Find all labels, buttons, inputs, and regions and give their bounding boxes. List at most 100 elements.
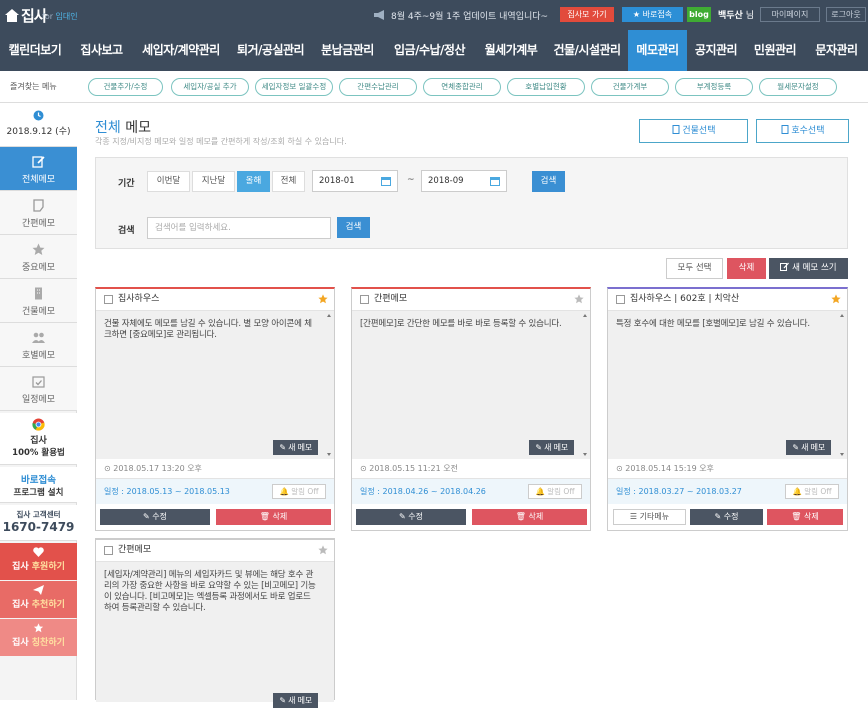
alarm-toggle[interactable]: 🔔 알림 Off	[528, 484, 582, 499]
nav-payment[interactable]: 입금/수납/정산	[383, 30, 476, 71]
memo-delete-button[interactable]: 🗑 삭제	[767, 509, 843, 525]
memo-body[interactable]: 건물 자체에도 메모를 남길 수 있습니다. 별 모양 아이콘에 체크하면 [중…	[96, 311, 334, 459]
date-from-field[interactable]: 2018-01	[312, 170, 398, 192]
sidebar-item-unit-memo[interactable]: 호별메모	[0, 323, 77, 367]
edit-icon: ✎	[279, 443, 286, 452]
memo-edit-button[interactable]: ✎ 수정	[356, 509, 466, 525]
star-icon[interactable]	[831, 294, 841, 304]
blog-button[interactable]: blog	[687, 7, 711, 22]
scrollbar[interactable]	[582, 313, 588, 457]
quick-simple-receipt[interactable]: 간편수납관리	[339, 78, 417, 96]
memo-new-button[interactable]: ✎ 새 메모	[786, 440, 831, 455]
memo-card: 간편메모 [간편메모]로 간단한 메모를 바로 바로 등록할 수 있습니다. ✎…	[351, 287, 591, 531]
mypage-button[interactable]: 마이페이지	[760, 7, 820, 22]
sidebar-item-important-memo[interactable]: 중요메모	[0, 235, 77, 279]
nav-sms[interactable]: 문자관리	[805, 30, 868, 71]
memo-checkbox[interactable]	[360, 295, 369, 304]
memo-card-header: 집사하우스	[96, 289, 334, 311]
keyword-search-input[interactable]: 검색어를 입력하세요.	[147, 217, 331, 239]
sidebar-item-simple-memo[interactable]: 간편메모	[0, 191, 77, 235]
new-memo-button[interactable]: 새 메모 쓰기	[769, 258, 848, 279]
quick-rent-sms[interactable]: 월세문자설정	[759, 78, 837, 96]
note-icon	[33, 199, 44, 212]
date-to-field[interactable]: 2018-09	[421, 170, 507, 192]
memo-timestamp: ⊙ 2018.05.14 15:19 오후	[608, 459, 847, 479]
memo-checkbox[interactable]	[104, 546, 113, 555]
alarm-toggle[interactable]: 🔔 알림 Off	[272, 484, 326, 499]
memo-body[interactable]: [간편메모]로 간단한 메모를 바로 바로 등록할 수 있습니다. ✎ 새 메모	[352, 311, 590, 459]
select-all-button[interactable]: 모두 선택	[666, 258, 723, 279]
sidebar-recommend-button[interactable]: 집사 추천하기	[0, 581, 77, 618]
remote-subtitle: 프로그램 설치	[13, 488, 64, 498]
sidebar-item-schedule-memo[interactable]: 일정메모	[0, 367, 77, 411]
memo-new-button[interactable]: ✎ 새 메모	[529, 440, 574, 455]
alarm-toggle[interactable]: 🔔 알림 Off	[785, 484, 839, 499]
nav-tenant[interactable]: 세입자/계약관리	[133, 30, 229, 71]
scrollbar[interactable]	[326, 313, 332, 457]
memo-other-menu-button[interactable]: ☰ 기타메뉴	[613, 509, 686, 525]
sidebar-item-building-memo[interactable]: 건물메모	[0, 279, 77, 323]
nav-ledger[interactable]: 월세가계부	[476, 30, 546, 71]
quick-unit-payment[interactable]: 호별납입현황	[507, 78, 585, 96]
memo-body[interactable]: [세입자/계약관리] 메뉴의 세입자카드 및 뷰에는 해당 호수 관리의 가장 …	[96, 562, 334, 708]
nav-complaint[interactable]: 민원관리	[745, 30, 805, 71]
period-this-year[interactable]: 올해	[237, 171, 270, 192]
quick-tenant-add[interactable]: 세입자/공실 추가	[171, 78, 249, 96]
scrollbar[interactable]	[839, 313, 845, 457]
star-icon[interactable]	[318, 545, 328, 555]
quick-tenant-bulk-edit[interactable]: 세입자정보 일괄수정	[255, 78, 333, 96]
quick-overdue[interactable]: 연체종합관리	[423, 78, 501, 96]
nav-installment[interactable]: 분납금관리	[312, 30, 383, 71]
sidebar-praise-button[interactable]: 집사 칭찬하기	[0, 619, 77, 656]
star-icon[interactable]	[318, 294, 328, 304]
nav-building[interactable]: 건물/시설관리	[546, 30, 628, 71]
nav-notice[interactable]: 공지관리	[687, 30, 745, 71]
sidebar-guide-banner[interactable]: 집사 100% 활용법	[0, 413, 77, 465]
logout-button[interactable]: 로그아웃	[826, 7, 866, 22]
star-icon[interactable]	[574, 294, 584, 304]
memo-body[interactable]: 특정 호수에 대한 메모를 [호별메모]로 남길 수 있습니다. ✎ 새 메모	[608, 311, 847, 459]
memo-new-button[interactable]: ✎ 새 메모	[273, 440, 318, 455]
quick-subaccount[interactable]: 부계정등록	[675, 78, 753, 96]
nav-calendar[interactable]: 캘린더보기	[0, 30, 70, 71]
nav-report[interactable]: 집사보고	[70, 30, 133, 71]
chrome-icon	[32, 418, 45, 431]
unit-select-button[interactable]: 호수선택	[756, 119, 849, 143]
memo-edit-button[interactable]: ✎ 수정	[690, 509, 763, 525]
guide-button[interactable]: 집사모 가기	[560, 7, 614, 22]
sidebar-support-button[interactable]: 집사 후원하기	[0, 543, 77, 580]
building-icon	[781, 125, 788, 134]
calendar-check-icon	[32, 376, 45, 388]
delete-selected-button[interactable]: 삭제	[727, 258, 766, 279]
period-all[interactable]: 전체	[272, 171, 305, 192]
building-select-button[interactable]: 건물선택	[639, 119, 748, 143]
star-icon	[33, 623, 44, 633]
period-search-button[interactable]: 검색	[532, 171, 565, 192]
nav-memo[interactable]: 메모관리	[628, 30, 687, 71]
sidebar-item-all-memo[interactable]: 전체메모	[0, 147, 77, 191]
bell-icon: 🔔	[279, 487, 289, 496]
remote-title: 바로접속	[21, 475, 56, 486]
period-last-month[interactable]: 지난달	[192, 171, 235, 192]
memo-title: 간편메모	[118, 545, 152, 555]
guide-title: 집사	[30, 436, 47, 446]
memo-edit-button[interactable]: ✎ 수정	[100, 509, 210, 525]
logo[interactable]: 집사	[5, 5, 48, 26]
quick-building-ledger[interactable]: 건물가계부	[591, 78, 669, 96]
user-greeting: 백두산 님	[718, 11, 754, 21]
memo-title: 집사하우스 | 602호 | 치악산	[630, 294, 740, 304]
memo-delete-button[interactable]: 🗑 삭제	[472, 509, 587, 525]
memo-checkbox[interactable]	[104, 295, 113, 304]
quick-building-edit[interactable]: 건물추가/수정	[88, 78, 163, 96]
memo-card-footer: ✎ 수정 🗑 삭제	[352, 504, 590, 530]
quick-connect-button[interactable]: ★ 바로접속	[622, 7, 683, 22]
period-this-month[interactable]: 이번달	[147, 171, 190, 192]
memo-checkbox[interactable]	[616, 295, 625, 304]
memo-schedule: 일정 : 2018.03.27 ~ 2018.03.27 🔔 알림 Off	[608, 479, 847, 504]
update-notice[interactable]: 8월 4주~9월 1주 업데이트 내역입니다~	[373, 9, 548, 22]
memo-new-button[interactable]: ✎ 새 메모	[273, 693, 318, 708]
nav-moveout[interactable]: 퇴거/공실관리	[229, 30, 312, 71]
keyword-search-button[interactable]: 검색	[337, 217, 370, 238]
memo-delete-button[interactable]: 🗑 삭제	[216, 509, 331, 525]
sidebar-remote-banner[interactable]: 바로접속 프로그램 설치	[0, 467, 77, 503]
